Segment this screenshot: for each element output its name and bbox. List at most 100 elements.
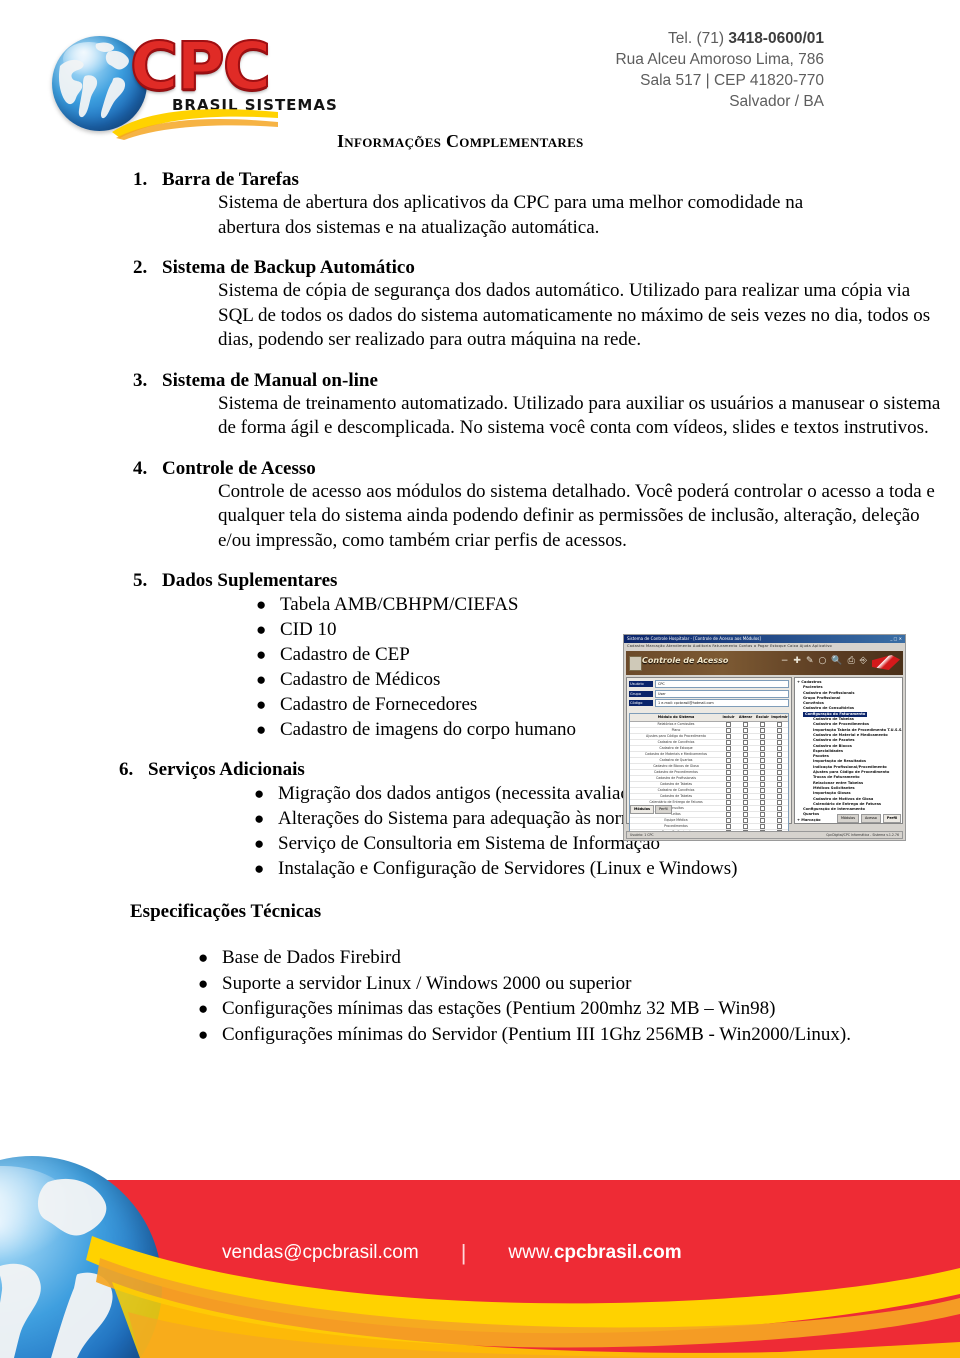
app-grid-checkbox[interactable] — [720, 811, 737, 817]
app-menu-bar[interactable]: Cadastro Marcação Atendimento Auditoria … — [624, 643, 905, 650]
app-grid-checkbox[interactable] — [754, 757, 771, 763]
app-grid-checkbox[interactable] — [771, 763, 788, 769]
app-grid-checkbox[interactable] — [720, 817, 737, 823]
edit-icon[interactable]: ✎ — [806, 656, 814, 666]
app-toolbar[interactable]: − ✚ ✎ ○ 🔍 ⎙ ⎆ — [781, 656, 867, 666]
app-grid-checkbox[interactable] — [720, 757, 737, 763]
app-grid-checkbox[interactable] — [737, 781, 754, 787]
app-grid-checkbox[interactable] — [737, 817, 754, 823]
app-grid-checkbox[interactable] — [754, 751, 771, 757]
app-grid-checkbox[interactable] — [737, 721, 754, 727]
app-grid-checkbox[interactable] — [720, 799, 737, 805]
app-grid-checkbox[interactable] — [737, 805, 754, 811]
app-grid-checkbox[interactable] — [720, 787, 737, 793]
app-field-input[interactable]: User — [655, 689, 789, 698]
app-grid-checkbox[interactable] — [754, 721, 771, 727]
app-grid-checkbox[interactable] — [771, 721, 788, 727]
print-icon[interactable]: ⎙ — [848, 656, 855, 666]
app-grid-checkbox[interactable] — [720, 781, 737, 787]
app-grid-checkbox[interactable] — [737, 757, 754, 763]
app-grid-checkbox[interactable] — [771, 733, 788, 739]
app-permissions-grid[interactable]: Módulo do Sistema Incluir Alterar Exclui… — [629, 712, 789, 833]
app-grid-checkbox[interactable] — [771, 811, 788, 817]
app-grid-checkbox[interactable] — [720, 739, 737, 745]
app-grid-checkbox[interactable] — [771, 781, 788, 787]
app-grid-checkbox[interactable] — [720, 745, 737, 751]
app-grid-checkbox[interactable] — [737, 799, 754, 805]
section-4-title: Controle de Acesso — [162, 457, 316, 479]
app-grid-checkbox[interactable] — [720, 769, 737, 775]
app-right-panel[interactable]: + Cadastros Pacientes Cadastro de Profissi… — [794, 677, 903, 824]
app-grid-checkbox[interactable] — [737, 775, 754, 781]
app-grid-checkbox[interactable] — [771, 799, 788, 805]
app-grid-checkbox[interactable] — [771, 793, 788, 799]
app-grid-checkbox[interactable] — [737, 811, 754, 817]
app-grid-checkbox[interactable] — [754, 823, 771, 829]
app-grid-checkbox[interactable] — [771, 757, 788, 763]
app-grid-checkbox[interactable] — [737, 727, 754, 733]
tab-perfil-right[interactable]: Perfil — [882, 814, 901, 823]
app-grid-checkbox[interactable] — [737, 733, 754, 739]
app-grid-checkbox[interactable] — [754, 769, 771, 775]
app-grid-checkbox[interactable] — [771, 727, 788, 733]
tab-perfil[interactable]: Perfil — [655, 805, 672, 814]
app-grid-checkbox[interactable] — [720, 751, 737, 757]
app-grid-checkbox[interactable] — [720, 793, 737, 799]
app-grid-checkbox[interactable] — [737, 745, 754, 751]
app-grid-checkbox[interactable] — [754, 811, 771, 817]
app-grid-checkbox[interactable] — [754, 739, 771, 745]
footer-website[interactable]: www.cpcbrasil.com — [508, 1242, 681, 1264]
app-right-tabs[interactable]: Módulos Acesso Perfil — [836, 814, 901, 823]
tab-modulos[interactable]: Módulos — [630, 805, 655, 814]
app-grid-checkbox[interactable] — [771, 739, 788, 745]
app-grid-checkbox[interactable] — [737, 751, 754, 757]
app-grid-checkbox[interactable] — [771, 817, 788, 823]
search-icon[interactable]: 🔍 — [831, 656, 842, 666]
app-grid-checkbox[interactable] — [737, 787, 754, 793]
app-grid-checkbox[interactable] — [754, 727, 771, 733]
app-grid-checkbox[interactable] — [737, 739, 754, 745]
app-grid-checkbox[interactable] — [720, 733, 737, 739]
app-grid-checkbox[interactable] — [754, 763, 771, 769]
app-grid-checkbox[interactable] — [720, 763, 737, 769]
app-field-input[interactable]: 1 e-mail: cpcbrasil@hotmail.com — [655, 699, 789, 707]
app-grid-checkbox[interactable] — [754, 775, 771, 781]
plus-icon[interactable]: ✚ — [793, 656, 801, 666]
app-grid-checkbox[interactable] — [771, 775, 788, 781]
app-grid-checkbox[interactable] — [754, 805, 771, 811]
app-grid-checkbox[interactable] — [720, 721, 737, 727]
footer-email[interactable]: vendas@cpcbrasil.com — [222, 1242, 419, 1264]
app-grid-checkbox[interactable] — [754, 733, 771, 739]
app-grid-checkbox[interactable] — [720, 727, 737, 733]
app-grid-row-label: Calendário de Entrega de Faturas — [649, 799, 703, 804]
app-grid-checkbox[interactable] — [771, 805, 788, 811]
exit-icon[interactable]: ⎆ — [860, 656, 867, 666]
minus-icon[interactable]: − — [781, 656, 789, 666]
app-grid-checkbox[interactable] — [771, 769, 788, 775]
app-grid-checkbox[interactable] — [720, 823, 737, 829]
app-grid-checkbox[interactable] — [754, 799, 771, 805]
app-module-tree[interactable]: + Cadastros Pacientes Cadastro de Profissi… — [797, 680, 902, 824]
app-grid-checkbox[interactable] — [754, 787, 771, 793]
cancel-icon[interactable]: ○ — [819, 656, 827, 666]
app-grid-checkbox[interactable] — [737, 793, 754, 799]
app-tree-node-label: + Atendimento — [797, 823, 828, 824]
app-left-tabs[interactable]: Módulos Perfil — [630, 805, 672, 814]
app-grid-checkbox[interactable] — [771, 823, 788, 829]
app-grid-checkbox[interactable] — [754, 745, 771, 751]
app-grid-checkbox[interactable] — [754, 817, 771, 823]
tab-acesso-right[interactable]: Acesso — [861, 814, 881, 823]
tab-modulos-right[interactable]: Módulos — [836, 814, 860, 823]
app-grid-checkbox[interactable] — [771, 745, 788, 751]
app-grid-checkbox[interactable] — [771, 787, 788, 793]
app-grid-checkbox[interactable] — [720, 805, 737, 811]
app-field-input[interactable]: CPC — [655, 680, 789, 688]
app-grid-checkbox[interactable] — [771, 751, 788, 757]
app-tree-node[interactable]: + Atendimento — [797, 823, 900, 824]
app-grid-checkbox[interactable] — [720, 775, 737, 781]
app-grid-checkbox[interactable] — [754, 793, 771, 799]
app-grid-checkbox[interactable] — [737, 763, 754, 769]
app-grid-checkbox[interactable] — [754, 781, 771, 787]
app-grid-checkbox[interactable] — [737, 823, 754, 829]
app-grid-checkbox[interactable] — [737, 769, 754, 775]
